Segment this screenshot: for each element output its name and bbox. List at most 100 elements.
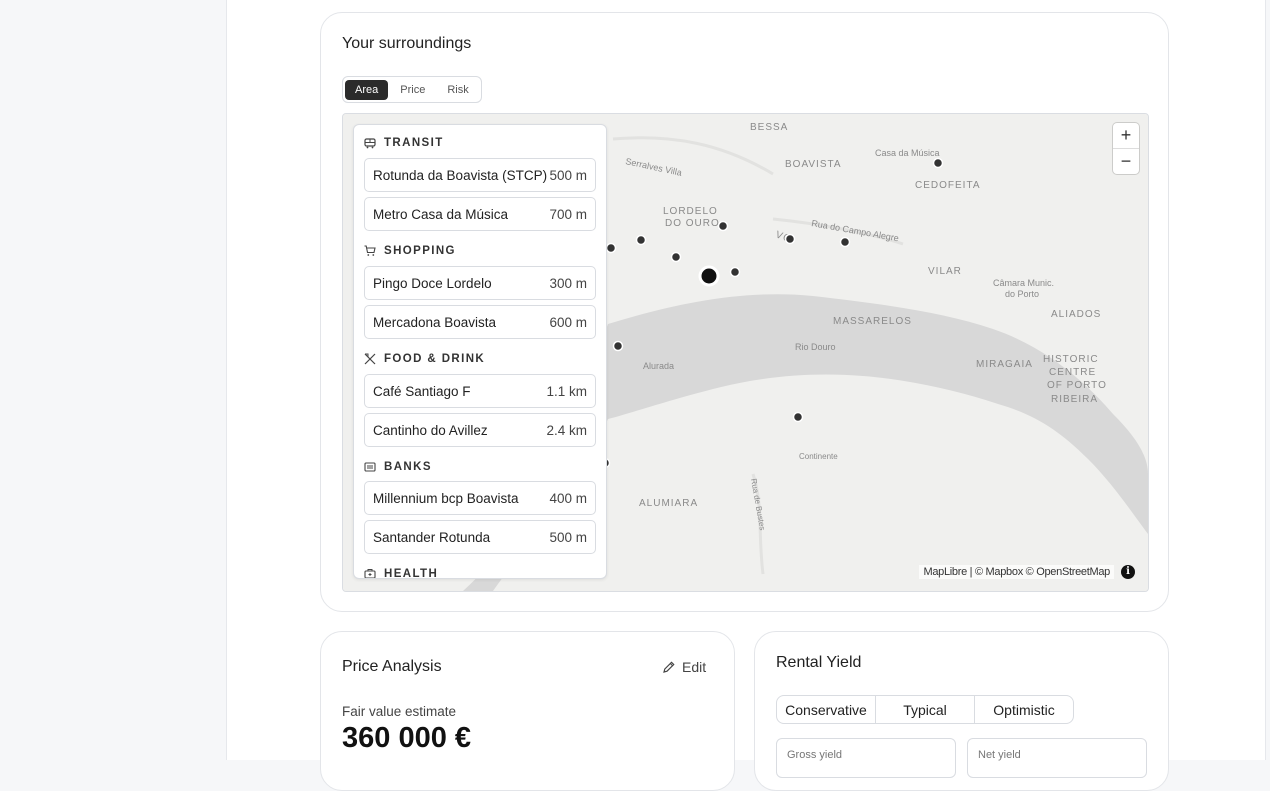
shopping-cart-icon bbox=[364, 245, 376, 256]
category-health: HEALTH bbox=[364, 568, 439, 579]
category-label: TRANSIT bbox=[384, 137, 444, 149]
map-label-centre: CENTRE bbox=[1049, 367, 1096, 378]
bank-icon bbox=[364, 462, 376, 472]
map-marker[interactable] bbox=[729, 266, 741, 278]
poi-distance: 500 m bbox=[549, 167, 587, 183]
net-yield-field[interactable]: Net yield bbox=[967, 738, 1147, 778]
map-marker[interactable] bbox=[839, 236, 851, 248]
poi-item[interactable]: Mercadona Boavista 600 m bbox=[364, 305, 596, 339]
map-label-alumiara: ALUMIARA bbox=[639, 498, 698, 509]
poi-item[interactable]: Rotunda da Boavista (STCP) 500 m bbox=[364, 158, 596, 192]
poi-list-panel: TRANSIT Rotunda da Boavista (STCP) 500 m… bbox=[353, 124, 607, 579]
map-label-aliados: ALIADOS bbox=[1051, 309, 1101, 320]
yield-scenario-tabs: Conservative Typical Optimistic bbox=[776, 695, 1074, 724]
map-label-miragaia: MIRAGAIA bbox=[976, 359, 1033, 370]
gross-yield-field[interactable]: Gross yield bbox=[776, 738, 956, 778]
price-analysis-title: Price Analysis bbox=[342, 658, 442, 675]
map-attribution: MapLibre | © Mapbox © OpenStreetMap bbox=[919, 565, 1114, 579]
category-label: BANKS bbox=[384, 461, 432, 473]
map-label-camara: Câmara Munic. bbox=[993, 278, 1054, 288]
poi-item[interactable]: Café Santiago F 1.1 km bbox=[364, 374, 596, 408]
poi-name: Mercadona Boavista bbox=[373, 314, 497, 330]
map-marker[interactable] bbox=[784, 233, 796, 245]
poi-item[interactable]: Metro Casa da Música 700 m bbox=[364, 197, 596, 231]
poi-distance: 1.1 km bbox=[546, 383, 587, 399]
map-label-historic: HISTORIC bbox=[1043, 354, 1099, 365]
map-label-casa-da-musica: Casa da Música bbox=[875, 148, 940, 158]
poi-distance: 2.4 km bbox=[546, 422, 587, 438]
map-label-do-ouro: DO OURO bbox=[665, 218, 720, 229]
edit-label: Edit bbox=[682, 659, 707, 675]
fair-value-amount: 360 000 € bbox=[342, 722, 472, 754]
map-label-boavista: BOAVISTA bbox=[785, 159, 842, 170]
openstreetmap-link[interactable]: © OpenStreetMap bbox=[1026, 566, 1111, 578]
poi-name: Pingo Doce Lordelo bbox=[373, 275, 492, 291]
poi-distance: 300 m bbox=[549, 275, 587, 291]
poi-name: Rotunda da Boavista (STCP) bbox=[373, 167, 548, 183]
map-marker[interactable] bbox=[670, 251, 682, 263]
surroundings-tab-group: Area Price Risk bbox=[342, 76, 482, 103]
map-label-of-porto: OF PORTO bbox=[1047, 380, 1107, 391]
poi-name: Café Santiago F bbox=[373, 383, 471, 399]
map-label-lordelo: LORDELO bbox=[663, 206, 718, 217]
category-transit: TRANSIT bbox=[364, 137, 444, 149]
gross-yield-label: Gross yield bbox=[787, 749, 843, 761]
poi-name: Santander Rotunda bbox=[373, 529, 491, 545]
map-marker[interactable] bbox=[932, 157, 944, 169]
poi-distance: 700 m bbox=[549, 206, 587, 222]
category-food-drink: FOOD & DRINK bbox=[364, 353, 485, 365]
health-icon bbox=[364, 569, 376, 578]
tab-conservative[interactable]: Conservative bbox=[777, 696, 875, 723]
map-label-vilar: VILAR bbox=[928, 266, 962, 277]
category-banks: BANKS bbox=[364, 461, 432, 473]
tab-price[interactable]: Price bbox=[390, 80, 435, 100]
net-yield-label: Net yield bbox=[978, 749, 1021, 761]
category-shopping: SHOPPING bbox=[364, 245, 456, 257]
tab-optimistic[interactable]: Optimistic bbox=[974, 696, 1073, 723]
zoom-in-button[interactable]: + bbox=[1113, 123, 1139, 148]
fair-value-label: Fair value estimate bbox=[342, 704, 457, 719]
map-marker[interactable] bbox=[635, 234, 647, 246]
map-label-cedofeita: CEDOFEITA bbox=[915, 180, 980, 191]
poi-item[interactable]: Pingo Doce Lordelo 300 m bbox=[364, 266, 596, 300]
map-marker[interactable] bbox=[792, 411, 804, 423]
zoom-out-button[interactable]: − bbox=[1113, 148, 1139, 174]
utensils-icon bbox=[364, 353, 376, 365]
poi-name: Cantinho do Avillez bbox=[373, 422, 488, 438]
poi-distance: 600 m bbox=[549, 314, 587, 330]
attribution-separator: | bbox=[966, 566, 975, 578]
category-label: FOOD & DRINK bbox=[384, 353, 486, 365]
poi-name: Metro Casa da Música bbox=[373, 206, 509, 222]
map-marker[interactable] bbox=[605, 242, 617, 254]
attribution-info-icon[interactable]: i bbox=[1121, 565, 1135, 579]
map-marker[interactable] bbox=[717, 220, 729, 232]
zoom-controls: + − bbox=[1113, 123, 1139, 174]
map-label-rio-douro: Rio Douro bbox=[795, 342, 836, 352]
category-label: HEALTH bbox=[384, 568, 439, 579]
map-label-bessa: BESSA bbox=[750, 122, 788, 133]
map-label-continente: Continente bbox=[799, 452, 838, 461]
poi-distance: 500 m bbox=[549, 529, 587, 545]
map-label-do-porto: do Porto bbox=[1005, 289, 1039, 299]
poi-item[interactable]: Cantinho do Avillez 2.4 km bbox=[364, 413, 596, 447]
poi-item[interactable]: Santander Rotunda 500 m bbox=[364, 520, 596, 554]
mapbox-link[interactable]: © Mapbox bbox=[975, 566, 1023, 578]
transit-icon bbox=[364, 138, 376, 149]
surroundings-title: Your surroundings bbox=[342, 35, 472, 52]
pencil-icon bbox=[663, 661, 675, 673]
tab-area[interactable]: Area bbox=[345, 79, 389, 100]
poi-item[interactable]: Millennium bcp Boavista 400 m bbox=[364, 481, 596, 515]
poi-distance: 400 m bbox=[549, 490, 587, 506]
rental-yield-title: Rental Yield bbox=[776, 654, 862, 671]
map-marker[interactable] bbox=[612, 340, 624, 352]
edit-button[interactable]: Edit bbox=[662, 659, 706, 675]
tab-typical[interactable]: Typical bbox=[875, 696, 974, 723]
category-label: SHOPPING bbox=[384, 245, 456, 257]
map-label-massarelos: MASSARELOS bbox=[833, 316, 912, 327]
poi-name: Millennium bcp Boavista bbox=[373, 490, 519, 506]
property-location-marker[interactable] bbox=[698, 265, 720, 287]
tab-risk[interactable]: Risk bbox=[437, 80, 478, 100]
map-label-alurada: Alurada bbox=[643, 361, 674, 371]
map-label-ribeira: RIBEIRA bbox=[1051, 394, 1098, 405]
maplibre-link[interactable]: MapLibre bbox=[923, 566, 967, 578]
